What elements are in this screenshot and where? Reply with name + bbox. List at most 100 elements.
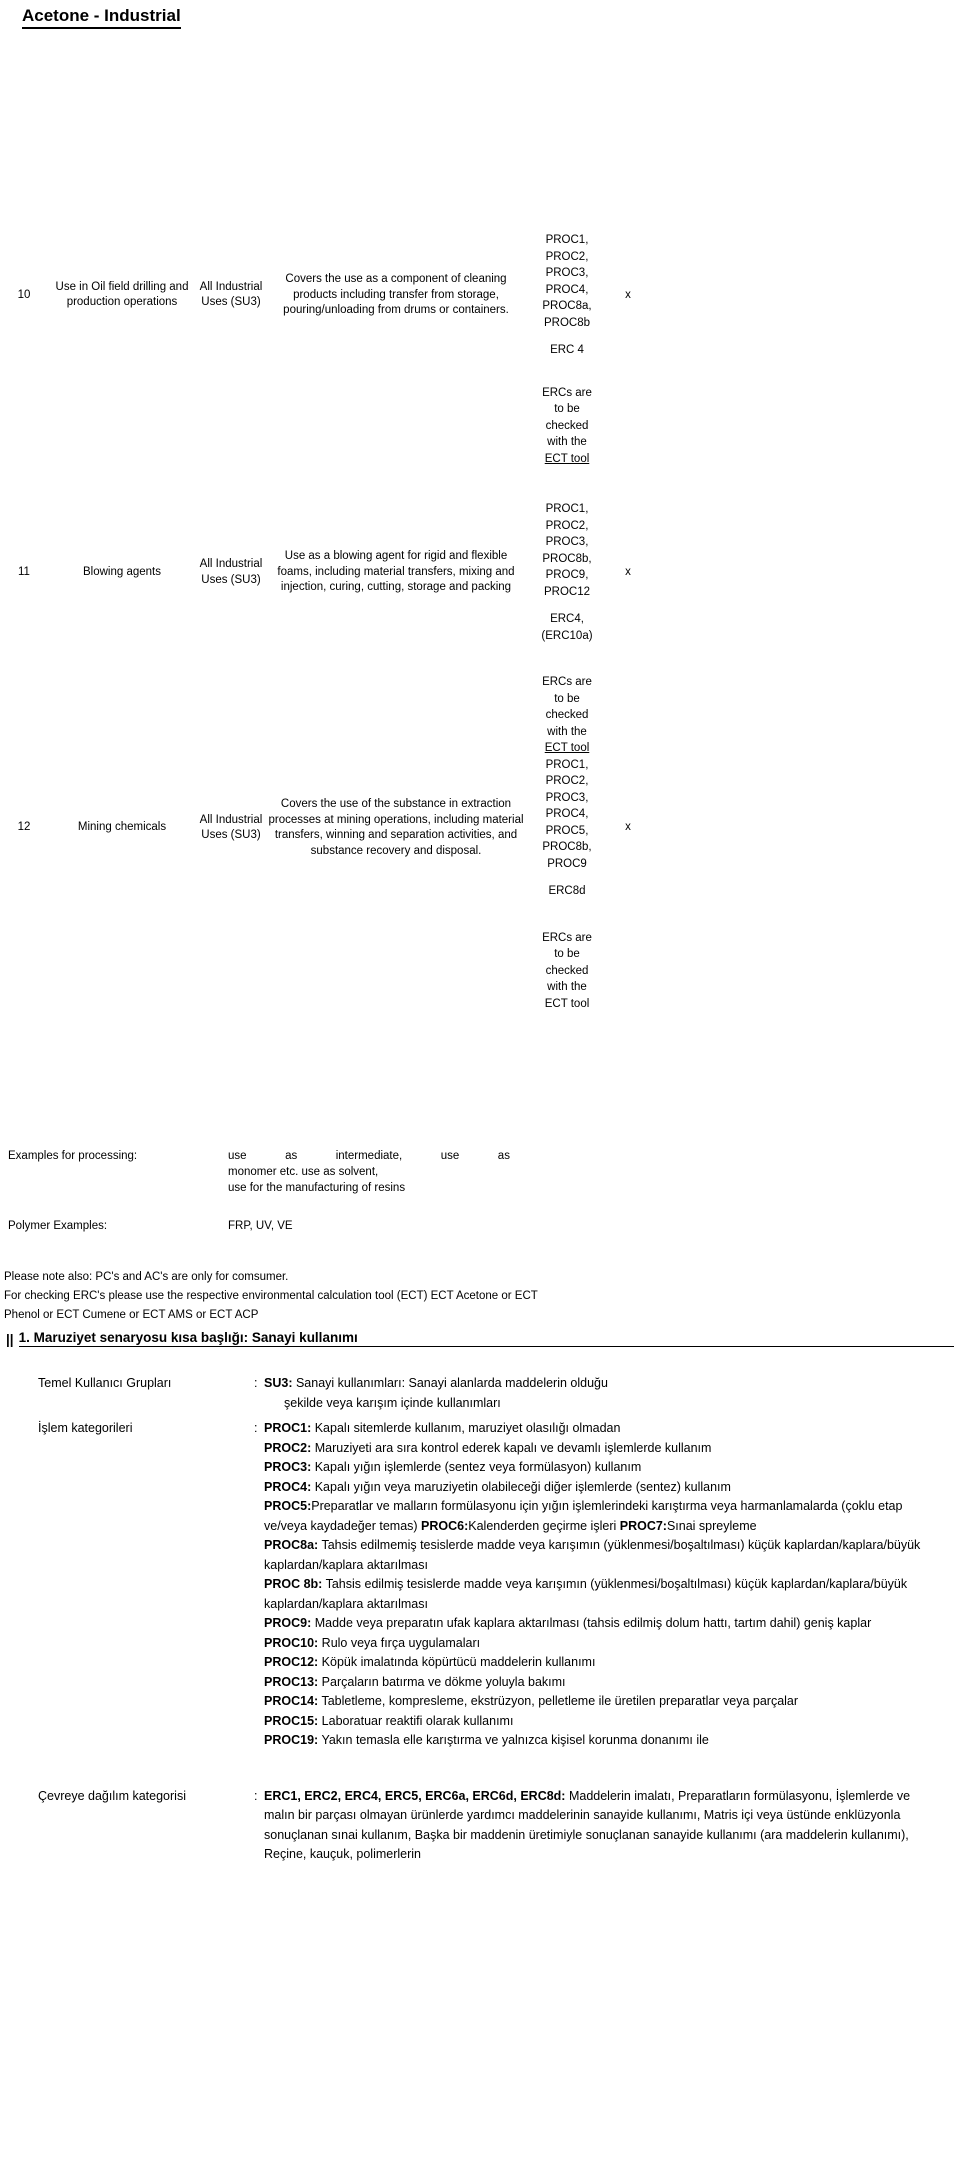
proc-text: Kapalı sitemlerde kullanım, maruziyet ol… (314, 1421, 569, 1435)
proc-item: PROC2: Maruziyeti ara sıra kontrol edere… (264, 1439, 944, 1459)
row-industrial-mark: x (625, 288, 631, 301)
erc-note-line-4: with the (547, 725, 587, 738)
note-consumer: Please note also: PC's and AC's are only… (4, 1271, 289, 1283)
row-use-title: Mining chemicals (77, 821, 167, 834)
user-groups-value: SU3: Sanayi kullanımları: Sanayi alanlar… (264, 1374, 960, 1413)
section-heading-text: 1. Maruziyet senaryosu kısa başlığı: San… (18, 1330, 358, 1345)
proc-text: Köpük imalatında köpürtücü maddelerin ku… (321, 1655, 596, 1669)
row-description: Covers the use of the substance in extra… (268, 798, 524, 857)
row-description: Covers the use as a component of cleanin… (283, 273, 509, 316)
table-row: 12 Mining chemicals All Industrial Uses … (0, 757, 960, 900)
erc-note-line-1: ERCs are (542, 386, 592, 399)
row-sector: All Industrial Uses (SU3) (199, 813, 263, 842)
proc-list: PROC1, PROC2, PROC3, PROC8b, PROC9, PROC… (542, 503, 592, 598)
row-sector: All Industrial Uses (SU3) (199, 280, 263, 309)
proc-code: PROC1: (264, 1421, 312, 1435)
examples-word: use (440, 1150, 460, 1162)
proc-text: Kapalı yığın veya maruziyetin olabileceğ… (314, 1479, 633, 1494)
proc-text: Tahsis edilmemiş tesislerde madde veya k… (264, 1538, 921, 1572)
proc-text: Yakın temasla elle karıştırma ve yalnızc… (321, 1733, 709, 1747)
row-industrial-mark: x (625, 565, 631, 578)
row-proc-codes: PROC1, PROC2, PROC3, PROC4, PROC5, PROC8… (526, 757, 608, 900)
erc-note-line-2: to be (554, 403, 580, 415)
erc-note: ERCs are to be checked with the ECT tool (526, 674, 608, 757)
row-use-title: Blowing agents (83, 565, 161, 578)
user-groups-text-2: şekilde veya karışım içinde kullanımları (284, 1395, 501, 1410)
proc-text: Sınai spreyleme (666, 1518, 757, 1533)
polymer-examples-row: Polymer Examples: FRP, UV, VE (0, 1218, 960, 1234)
erc-code: ERC8d (548, 885, 586, 897)
section-heading-underline: 1. Maruziyet senaryosu kısa başlığı: San… (18, 1330, 954, 1347)
table-row: 11 Blowing agents All Industrial Uses (S… (0, 501, 960, 644)
proc-text-cont: işlemlerde kullanım (604, 1440, 712, 1455)
proc-code: PROC3: (264, 1460, 312, 1474)
erc-note-row: ERCs are to be checked with the ECT tool (0, 385, 960, 468)
examples-line-1: use as intermediate, use as (228, 1148, 510, 1164)
proc-item: PROC15: Laboratuar reaktifi olarak kulla… (264, 1712, 944, 1732)
row-proc-codes: PROC1, PROC2, PROC3, PROC4, PROC8a, PROC… (526, 232, 608, 359)
erc-note-line-3: checked (545, 964, 589, 977)
release-categories-colon: : (254, 1788, 258, 1803)
proc-text: Tabletleme, kompresleme, ekstrüzyon, pel… (321, 1694, 799, 1708)
proc-code: PROC9: (264, 1616, 312, 1630)
row-number: 10 (17, 288, 31, 301)
proc-code: PROC8a: (264, 1538, 319, 1552)
proc-code: PROC5: (264, 1499, 312, 1513)
process-categories-value: PROC1: Kapalı sitemlerde kullanım, maruz… (264, 1419, 960, 1751)
proc-item: PROC19: Yakın temasla elle karıştırma ve… (264, 1731, 944, 1751)
proc-item: PROC 8b: Tahsis edilmiş tesislerde madde… (264, 1575, 944, 1614)
notes-section: Please note also: PC's and AC's are only… (4, 1268, 960, 1325)
proc-code: PROC4: (264, 1479, 312, 1494)
proc-item: PROC8a: Tahsis edilmemiş tesislerde madd… (264, 1536, 944, 1575)
row-number: 11 (18, 565, 30, 578)
row-proc-codes: PROC1, PROC2, PROC3, PROC8b, PROC9, PROC… (526, 501, 608, 644)
release-categories-codes: ERC1, ERC2, ERC4, ERC5, ERC6a, ERC6d, ER… (264, 1788, 566, 1803)
row-description: Use as a blowing agent for rigid and fle… (277, 550, 515, 594)
section-heading: || 1. Maruziyet senaryosu kısa başlığı: … (6, 1330, 954, 1347)
proc-text-cont: olmadan (572, 1421, 621, 1435)
section-bars: || (6, 1332, 14, 1347)
erc-note-line-3: checked (545, 709, 589, 721)
erc-note-line-1: ERCs are (542, 676, 592, 688)
proc-text: Kapalı yığın işlemlerde (sentez veya for… (314, 1460, 642, 1474)
definition-release-categories: Çevreye dağılım kategorisi : ERC1, ERC2,… (0, 1787, 960, 1865)
proc-item-group: PROC5:Preparatlar ve malların formülasyo… (264, 1497, 944, 1536)
user-groups-text-1: Sanayi kullanımları: Sanayi alanlarda ma… (295, 1376, 608, 1390)
row-number: 12 (17, 821, 31, 834)
table-spacer (0, 644, 960, 674)
proc-text: Kalenderden geçirme işleri (468, 1518, 620, 1533)
examples-gap (0, 1196, 960, 1218)
polymer-examples-value: FRP, UV, VE (228, 1220, 293, 1232)
erc-note-row: ERCs are to be checked with the ECT tool (0, 930, 960, 1013)
examples-for-processing-value: use as intermediate, use as monomer etc.… (228, 1148, 528, 1196)
proc-item: PROC4: Kapalı yığın veya maruziyetin ola… (264, 1478, 944, 1498)
examples-for-processing-row: Examples for processing: use as intermed… (0, 1148, 960, 1196)
page-title: Acetone - Industrial (22, 6, 181, 29)
erc-note-ect-tool-link[interactable]: ECT tool (526, 740, 608, 757)
erc-note-line-2: to be (554, 692, 580, 705)
proc-text: Laboratuar reaktifi olarak kullanımı (321, 1713, 514, 1728)
erc-note-line-1: ERCs are (542, 931, 592, 944)
erc-note: ERCs are to be checked with the ECT tool (526, 930, 608, 1013)
row-right-padding (648, 501, 960, 644)
user-groups-label: Temel Kullanıcı Grupları (38, 1376, 172, 1390)
proc-code: PROC 8b: (264, 1577, 323, 1591)
proc-text: Madde veya preparatın ufak kaplara aktar… (314, 1616, 872, 1630)
examples-word: as (497, 1150, 510, 1162)
definition-gap (0, 1751, 960, 1787)
erc-note-ect-tool-link[interactable]: ECT tool (526, 451, 608, 468)
examples-line-3: use for the manufacturing of resins (228, 1182, 406, 1194)
proc-item: PROC12: Köpük imalatında köpürtücü madde… (264, 1653, 944, 1673)
row-sector: All Industrial Uses (SU3) (199, 558, 263, 586)
erc-note-row: ERCs are to be checked with the ECT tool (0, 674, 960, 757)
proc-code: PROC14: (264, 1694, 319, 1708)
definitions-section: Temel Kullanıcı Grupları : SU3: Sanayi k… (0, 1374, 960, 1865)
row-industrial-mark: x (625, 821, 631, 834)
proc-text: Maruziyeti ara sıra kontrol ederek kapal… (314, 1440, 601, 1455)
row-right-padding (648, 757, 960, 900)
proc-text: Parçaların batırma ve dökme yoluyla bakı… (321, 1674, 566, 1689)
erc-note-line-5: ECT tool (544, 997, 590, 1010)
examples-for-processing-label: Examples for processing: (8, 1150, 138, 1162)
proc-item: PROC3: Kapalı yığın işlemlerde (sentez v… (264, 1458, 944, 1478)
proc-code: PROC15: (264, 1713, 319, 1728)
